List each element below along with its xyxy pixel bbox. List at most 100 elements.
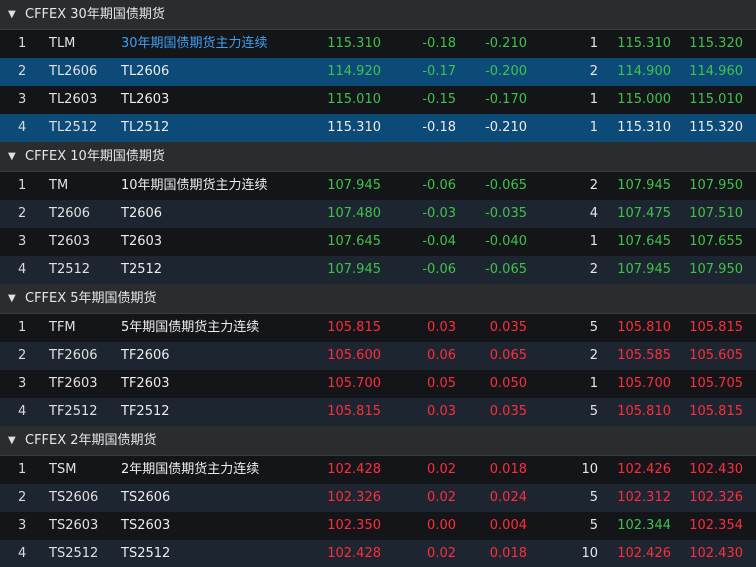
row-index: 1 <box>18 462 27 477</box>
table-row[interactable]: 3 T2603 T2603 107.645 -0.04 -0.040 1 107.645 107… <box>0 228 756 256</box>
contract-name: TS2606 <box>121 490 171 505</box>
volume: 1 <box>589 120 598 135</box>
row-index: 4 <box>18 262 27 277</box>
last-price: 107.945 <box>327 178 381 193</box>
change-percent: 0.035 <box>489 320 527 335</box>
last-price: 114.920 <box>327 64 381 79</box>
table-row[interactable]: 1 TSM 2年期国债期货主力连续 102.428 0.02 0.018 10 102.426… <box>0 456 756 484</box>
volume: 2 <box>589 348 598 363</box>
bid-price: 107.645 <box>617 234 671 249</box>
bid-price: 105.810 <box>617 320 671 335</box>
ask-price: 107.950 <box>689 262 743 277</box>
group-title: CFFEX 2年期国债期货 <box>25 433 157 448</box>
row-index: 4 <box>18 404 27 419</box>
row-index: 4 <box>18 120 27 135</box>
ask-price: 105.605 <box>689 348 743 363</box>
change-percent: 0.035 <box>489 404 527 419</box>
volume: 10 <box>581 546 598 561</box>
table-row[interactable]: 3 TS2603 TS2603 102.350 0.00 0.004 5 102.344 102… <box>0 512 756 540</box>
change-percent: -0.170 <box>485 92 527 107</box>
contract-code: TS2606 <box>49 490 99 505</box>
table-row[interactable]: 2 TL2606 TL2606 114.920 -0.17 -0.200 2 114.900 1… <box>0 58 756 86</box>
row-index: 2 <box>18 206 27 221</box>
contract-name: T2603 <box>121 234 163 249</box>
contract-name: 2年期国债期货主力连续 <box>121 462 260 477</box>
volume: 1 <box>589 376 598 391</box>
table-row[interactable]: 4 T2512 T2512 107.945 -0.06 -0.065 2 107.945 107… <box>0 256 756 284</box>
price-change: 0.03 <box>427 320 456 335</box>
contract-name: 5年期国债期货主力连续 <box>121 320 260 335</box>
row-index: 1 <box>18 36 27 51</box>
caret-down-icon[interactable]: ▼ <box>8 142 16 172</box>
group-header[interactable]: ▼ CFFEX 10年期国债期货 <box>0 142 756 172</box>
table-row[interactable]: 3 TF2603 TF2603 105.700 0.05 0.050 1 105.700 105… <box>0 370 756 398</box>
caret-down-icon[interactable]: ▼ <box>8 284 16 314</box>
table-row[interactable]: 1 TLM 30年期国债期货主力连续 115.310 -0.18 -0.210 1 115.3… <box>0 30 756 58</box>
change-percent: -0.065 <box>485 178 527 193</box>
price-change: -0.06 <box>422 178 456 193</box>
ask-price: 102.354 <box>689 518 743 533</box>
contract-code: TL2512 <box>49 120 98 135</box>
bid-price: 102.426 <box>617 546 671 561</box>
table-row[interactable]: 2 TS2606 TS2606 102.326 0.02 0.024 5 102.312 102… <box>0 484 756 512</box>
volume: 5 <box>589 518 598 533</box>
contract-name: 10年期国债期货主力连续 <box>121 178 268 193</box>
contract-code: TL2606 <box>49 64 98 79</box>
ask-price: 107.655 <box>689 234 743 249</box>
change-percent: -0.065 <box>485 262 527 277</box>
caret-down-icon[interactable]: ▼ <box>8 426 16 456</box>
change-percent: -0.035 <box>485 206 527 221</box>
last-price: 105.815 <box>327 320 381 335</box>
price-change: -0.15 <box>422 92 456 107</box>
price-change: -0.17 <box>422 64 456 79</box>
row-index: 1 <box>18 320 27 335</box>
ask-price: 102.326 <box>689 490 743 505</box>
ask-price: 105.815 <box>689 404 743 419</box>
table-row[interactable]: 1 TFM 5年期国债期货主力连续 105.815 0.03 0.035 5 105.810 1… <box>0 314 756 342</box>
last-price: 107.480 <box>327 206 381 221</box>
change-percent: -0.210 <box>485 36 527 51</box>
change-percent: -0.210 <box>485 120 527 135</box>
last-price: 102.350 <box>327 518 381 533</box>
change-percent: 0.004 <box>489 518 527 533</box>
volume: 4 <box>589 206 598 221</box>
last-price: 105.600 <box>327 348 381 363</box>
last-price: 105.700 <box>327 376 381 391</box>
table-row[interactable]: 1 TM 10年期国债期货主力连续 107.945 -0.06 -0.065 2 107.94… <box>0 172 756 200</box>
contract-code: TF2606 <box>49 348 98 363</box>
ask-price: 115.320 <box>689 36 743 51</box>
price-change: 0.03 <box>427 404 456 419</box>
price-change: -0.04 <box>422 234 456 249</box>
table-row[interactable]: 2 TF2606 TF2606 105.600 0.06 0.065 2 105.585 105… <box>0 342 756 370</box>
group-header[interactable]: ▼ CFFEX 30年期国债期货 <box>0 0 756 30</box>
last-price: 115.310 <box>327 36 381 51</box>
group-header[interactable]: ▼ CFFEX 5年期国债期货 <box>0 284 756 314</box>
contract-code: T2603 <box>49 234 91 249</box>
price-change: 0.06 <box>427 348 456 363</box>
contract-name: TS2512 <box>121 546 171 561</box>
bid-price: 107.945 <box>617 178 671 193</box>
table-row[interactable]: 4 TS2512 TS2512 102.428 0.02 0.018 10 102.426 10… <box>0 540 756 567</box>
table-row[interactable]: 3 TL2603 TL2603 115.010 -0.15 -0.170 1 115.000 1… <box>0 86 756 114</box>
ask-price: 105.815 <box>689 320 743 335</box>
table-row[interactable]: 2 T2606 T2606 107.480 -0.03 -0.035 4 107.475 107… <box>0 200 756 228</box>
row-index: 3 <box>18 234 27 249</box>
bid-price: 107.475 <box>617 206 671 221</box>
change-percent: 0.065 <box>489 348 527 363</box>
price-change: -0.03 <box>422 206 456 221</box>
bid-price: 115.310 <box>617 36 671 51</box>
bid-price: 115.000 <box>617 92 671 107</box>
last-price: 107.645 <box>327 234 381 249</box>
volume: 10 <box>581 462 598 477</box>
bid-price: 114.900 <box>617 64 671 79</box>
volume: 1 <box>589 36 598 51</box>
ask-price: 115.010 <box>689 92 743 107</box>
group-header[interactable]: ▼ CFFEX 2年期国债期货 <box>0 426 756 456</box>
bid-price: 105.585 <box>617 348 671 363</box>
contract-code: TFM <box>49 320 76 335</box>
caret-down-icon[interactable]: ▼ <box>8 0 16 30</box>
table-row[interactable]: 4 TL2512 TL2512 115.310 -0.18 -0.210 1 115.310 1… <box>0 114 756 142</box>
bid-price: 105.700 <box>617 376 671 391</box>
bid-price: 105.810 <box>617 404 671 419</box>
table-row[interactable]: 4 TF2512 TF2512 105.815 0.03 0.035 5 105.810 105… <box>0 398 756 426</box>
